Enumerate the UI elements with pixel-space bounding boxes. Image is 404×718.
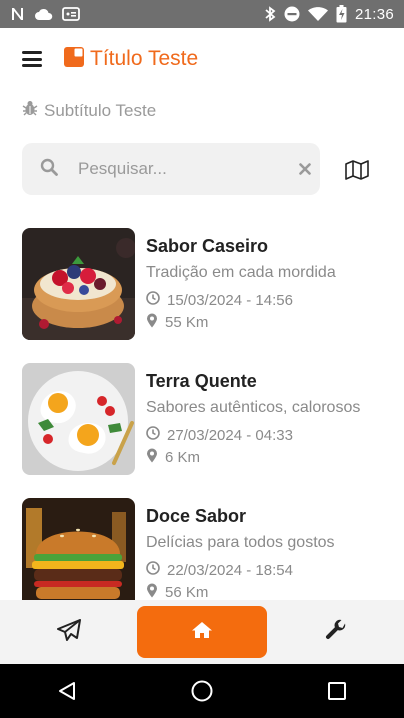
datetime-text: 15/03/2024 - 14:56: [167, 291, 293, 309]
burger-image: [22, 498, 135, 600]
item-subtitle: Delícias para todos gostos: [146, 534, 335, 551]
nav-send-button[interactable]: [4, 606, 134, 658]
nav-home-button[interactable]: [137, 606, 267, 658]
bug-icon: [22, 100, 38, 121]
item-title: Doce Sabor: [146, 506, 247, 526]
search-input[interactable]: [78, 159, 299, 179]
app-screen: 21:36 Título Teste Subtítulo Teste Pesqu…: [0, 0, 404, 718]
battery-icon: [336, 5, 347, 23]
item-subtitle: Tradição em cada mordida: [146, 264, 336, 281]
fruit-tart-image: [22, 228, 135, 340]
map-marker-icon: [146, 583, 158, 601]
item-datetime: 27/03/2024 - 04:33: [146, 426, 360, 444]
do-not-disturb-icon: [284, 6, 300, 22]
datetime-text: 27/03/2024 - 04:33: [167, 426, 293, 444]
distance-text: 6 Km: [165, 448, 201, 466]
fried-eggs-image: [22, 363, 135, 475]
page-subtitle: Subtítulo Teste: [22, 100, 156, 121]
item-title: Sabor Caseiro: [146, 236, 269, 256]
bluetooth-icon: [264, 6, 276, 22]
home-icon: [191, 621, 213, 644]
app-logo-icon: [64, 46, 84, 72]
item-datetime: 22/03/2024 - 18:54: [146, 561, 335, 579]
subtitle-text: Subtítulo Teste: [44, 100, 157, 120]
item-distance: 55 Km: [146, 313, 336, 332]
message-icon: [62, 7, 80, 21]
clock-icon: [146, 561, 160, 579]
item-info: Doce Sabor Delícias para todos gostos 22…: [146, 498, 335, 600]
distance-text: 56 Km: [165, 583, 209, 601]
item-distance: 6 Km: [146, 448, 360, 467]
nav-settings-button[interactable]: [271, 606, 401, 658]
clear-search-icon[interactable]: [299, 163, 311, 175]
wifi-icon: [307, 6, 328, 22]
status-bar: 21:36: [0, 0, 404, 28]
item-distance: 56 Km: [146, 583, 335, 601]
page-title: Título Teste: [90, 47, 199, 70]
recents-icon[interactable]: [307, 664, 367, 718]
wrench-icon: [325, 619, 347, 646]
system-nav-bar: [0, 664, 404, 718]
search-bar: [22, 143, 320, 195]
menu-icon[interactable]: [22, 51, 42, 67]
map-marker-icon: [146, 448, 158, 467]
app-header: Título Teste: [0, 28, 404, 90]
status-time: 21:36: [354, 5, 394, 23]
item-subtitle: Sabores autênticos, calorosos: [146, 399, 361, 416]
list-item[interactable]: Terra Quente Sabores autênticos, caloros…: [22, 363, 392, 475]
page-title-group: Título Teste: [64, 46, 199, 72]
map-marker-icon: [146, 313, 158, 332]
item-info: Sabor Caseiro Tradição em cada mordida 1…: [146, 228, 336, 340]
search-icon: [40, 158, 58, 181]
back-icon[interactable]: [37, 664, 97, 718]
distance-text: 55 Km: [165, 313, 209, 331]
item-info: Terra Quente Sabores autênticos, caloros…: [146, 363, 360, 475]
item-datetime: 15/03/2024 - 14:56: [146, 291, 336, 309]
list-item[interactable]: Doce Sabor Delícias para todos gostos 22…: [22, 498, 392, 600]
clock-icon: [146, 291, 160, 309]
home-circle-icon[interactable]: [172, 664, 232, 718]
clock-icon: [146, 426, 160, 444]
bottom-nav: [0, 600, 404, 664]
datetime-text: 22/03/2024 - 18:54: [167, 561, 293, 579]
restaurant-list: Sabor Caseiro Tradição em cada mordida 1…: [0, 228, 404, 600]
item-title: Terra Quente: [146, 371, 257, 391]
send-icon: [57, 618, 81, 646]
map-icon[interactable]: [344, 158, 370, 182]
cloud-icon: [34, 7, 54, 21]
list-item[interactable]: Sabor Caseiro Tradição em cada mordida 1…: [22, 228, 392, 340]
n-icon: [10, 7, 26, 21]
